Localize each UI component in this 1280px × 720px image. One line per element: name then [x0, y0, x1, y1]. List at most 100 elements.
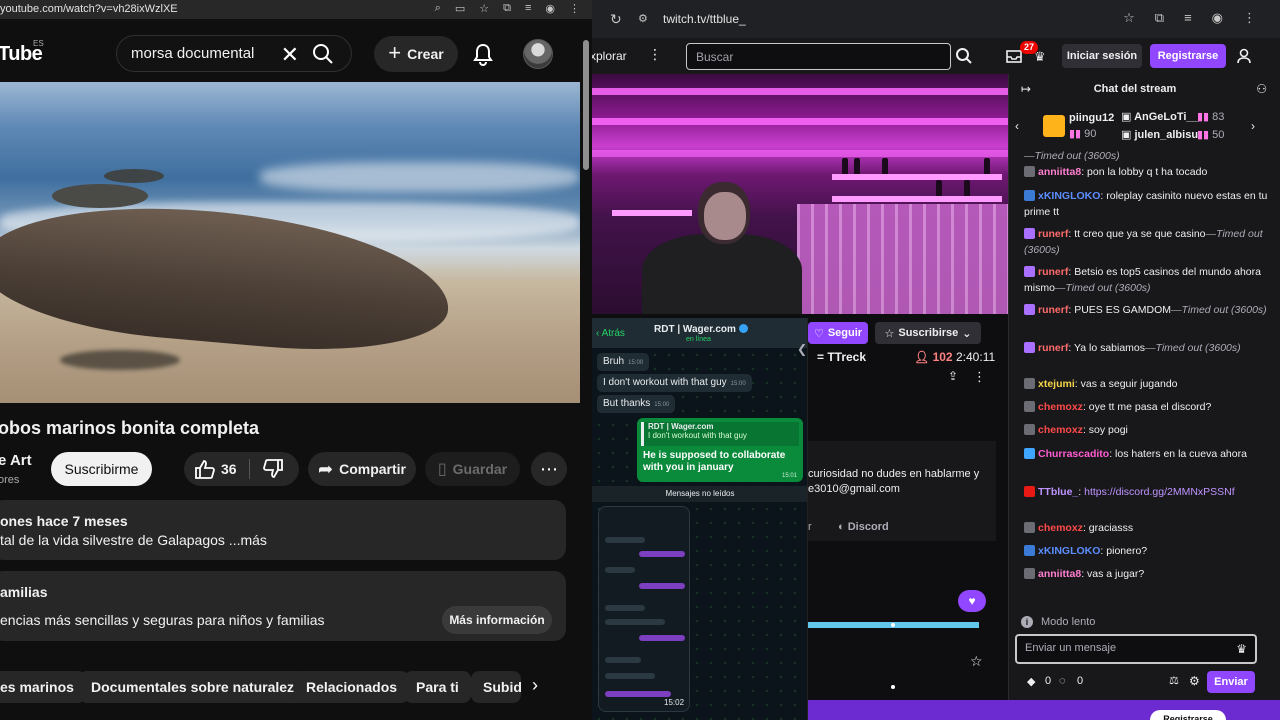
- stream-category[interactable]: = TTreck: [817, 350, 866, 364]
- gifter-name[interactable]: piingu12: [1069, 112, 1114, 124]
- user-badge-icon[interactable]: [1024, 522, 1035, 533]
- explore-link[interactable]: xplorar: [592, 49, 627, 63]
- panel-link[interactable]: r: [808, 521, 812, 533]
- user-badge-icon[interactable]: [1024, 266, 1035, 277]
- zoom-icon[interactable]: ⌕: [435, 2, 441, 15]
- user-badge-icon[interactable]: [1024, 166, 1035, 177]
- cast-icon[interactable]: ▭: [455, 2, 465, 15]
- chat-link[interactable]: https://discord.gg/2MMNxPSSNf: [1084, 486, 1235, 498]
- thumbs-down-icon[interactable]: [262, 459, 284, 479]
- chat-username[interactable]: runerf: [1038, 304, 1068, 316]
- search-input[interactable]: morsa documental: [131, 45, 254, 62]
- login-button[interactable]: Iniciar sesión: [1062, 44, 1142, 68]
- extensions-icon[interactable]: ⧉: [503, 2, 511, 15]
- chevron-right-icon[interactable]: ›: [532, 675, 538, 696]
- user-badge-icon[interactable]: [1024, 401, 1035, 412]
- channel-name[interactable]: e Art: [0, 452, 32, 469]
- user-badge-icon[interactable]: [1024, 568, 1035, 579]
- chip[interactable]: Para ti: [404, 671, 471, 703]
- follow-button[interactable]: ♡ Seguir: [808, 322, 868, 344]
- chat-username[interactable]: chemoxz: [1038, 401, 1083, 413]
- menu-icon[interactable]: ⋮: [1243, 10, 1256, 26]
- browser-address-bar[interactable]: youtube.com/watch?v=vh28ixWzlXE ⌕ ▭ ☆ ⧉ …: [0, 0, 592, 19]
- chevron-right-icon[interactable]: ›: [1251, 119, 1255, 133]
- gear-icon[interactable]: ⚙: [1189, 674, 1200, 688]
- discord-link[interactable]: ◐ Discord: [838, 521, 889, 533]
- bell-icon[interactable]: [472, 42, 494, 66]
- save-button[interactable]: ▯ Guardar: [425, 452, 520, 486]
- search-box[interactable]: morsa documental ✕: [116, 35, 352, 72]
- more-menu-icon[interactable]: ⋮: [648, 46, 662, 63]
- chat-username[interactable]: xKINGLOKO: [1038, 545, 1100, 557]
- user-badge-icon[interactable]: [1024, 342, 1035, 353]
- reload-icon[interactable]: ↻: [610, 11, 622, 28]
- gifter-name[interactable]: ▣ AnGeLoTi__: [1121, 110, 1199, 123]
- page-scrollbar[interactable]: [583, 40, 589, 170]
- extensions-icon[interactable]: ⧉: [1155, 10, 1164, 26]
- profile-icon[interactable]: ◉: [1212, 10, 1223, 26]
- emote-icon[interactable]: ♛: [1236, 642, 1247, 656]
- more-options-icon[interactable]: ⋮: [973, 369, 986, 385]
- description-box[interactable]: ones hace 7 meses tal de la vida silvest…: [0, 500, 566, 560]
- user-badge-icon[interactable]: [1024, 190, 1035, 201]
- prime-crown-icon[interactable]: ♛: [1034, 49, 1046, 65]
- user-badge-icon[interactable]: [1024, 424, 1035, 435]
- banner-signup-button[interactable]: Registrarse: [1150, 710, 1226, 720]
- user-badge-icon[interactable]: [1024, 448, 1035, 459]
- community-icon[interactable]: ⚇: [1256, 82, 1267, 96]
- inbox-icon[interactable]: [1006, 48, 1022, 64]
- chat-username[interactable]: Churrascadito: [1038, 448, 1109, 460]
- user-badge-icon[interactable]: [1024, 228, 1035, 239]
- chip[interactable]: Subid: [471, 671, 521, 703]
- media-icon[interactable]: ≡: [525, 2, 531, 15]
- chat-username[interactable]: chemoxz: [1038, 424, 1083, 436]
- user-badge-icon[interactable]: [1024, 545, 1035, 556]
- chip[interactable]: Relacionados: [294, 671, 410, 703]
- user-icon[interactable]: [1237, 48, 1251, 64]
- chevron-left-icon[interactable]: ‹: [1015, 119, 1019, 133]
- search-button[interactable]: [289, 36, 351, 71]
- address-url[interactable]: twitch.tv/ttblue_: [663, 12, 746, 26]
- back-button[interactable]: ‹ Atrás: [596, 328, 625, 339]
- chat-username[interactable]: chemoxz: [1038, 522, 1083, 534]
- profile-icon[interactable]: ◉: [545, 2, 555, 15]
- screenshot-image[interactable]: [598, 506, 690, 712]
- star-icon[interactable]: ☆: [970, 653, 983, 670]
- like-count[interactable]: 36: [221, 461, 237, 477]
- chat-username[interactable]: runerf: [1038, 342, 1068, 354]
- share-button[interactable]: ➦ Compartir: [308, 452, 416, 486]
- chevron-left-icon[interactable]: ❮: [797, 342, 807, 356]
- chat-username[interactable]: anniitta8: [1038, 166, 1081, 178]
- create-button[interactable]: + Crear: [374, 36, 458, 72]
- address-url[interactable]: youtube.com/watch?v=vh28ixWzlXE: [0, 3, 178, 15]
- site-info-icon[interactable]: ⚙: [638, 12, 648, 25]
- stream-player[interactable]: [592, 74, 1008, 314]
- share-icon[interactable]: ⇪: [948, 369, 958, 383]
- bookmark-star-icon[interactable]: ☆: [1123, 10, 1135, 26]
- media-icon[interactable]: ≡: [1184, 10, 1192, 26]
- user-badge-icon[interactable]: [1024, 378, 1035, 389]
- chat-username[interactable]: TTblue_: [1038, 486, 1078, 498]
- bits-icon[interactable]: ◆: [1027, 675, 1035, 688]
- subscribe-button[interactable]: Suscribirme: [51, 452, 152, 486]
- subscribe-button[interactable]: ☆ Suscribirse ⌄: [875, 322, 981, 344]
- user-badge-icon[interactable]: [1024, 486, 1035, 497]
- prediction-icon[interactable]: ⚖: [1169, 674, 1179, 687]
- video-player[interactable]: [0, 82, 580, 403]
- avatar[interactable]: [523, 39, 553, 69]
- chip[interactable]: Documentales sobre naturaleza: [79, 671, 314, 703]
- more-actions-button[interactable]: ⋯: [531, 452, 567, 486]
- chat-input[interactable]: Enviar un mensaje ♛: [1015, 634, 1257, 664]
- chip[interactable]: es marinos: [0, 671, 86, 703]
- user-badge-icon[interactable]: [1024, 304, 1035, 315]
- heart-button[interactable]: ♥: [958, 590, 986, 612]
- search-input[interactable]: Buscar: [686, 43, 951, 70]
- description-text[interactable]: tal de la vida silvestre de Galapagos ..…: [0, 532, 267, 548]
- points-icon[interactable]: ◌: [1059, 675, 1066, 687]
- more-info-button[interactable]: Más información: [442, 606, 552, 634]
- chat-username[interactable]: xtejumi: [1038, 378, 1075, 390]
- search-icon[interactable]: [955, 47, 973, 65]
- chat-username[interactable]: anniitta8: [1038, 568, 1081, 580]
- chat-username[interactable]: runerf: [1038, 228, 1068, 240]
- chat-username[interactable]: xKINGLOKO: [1038, 190, 1100, 202]
